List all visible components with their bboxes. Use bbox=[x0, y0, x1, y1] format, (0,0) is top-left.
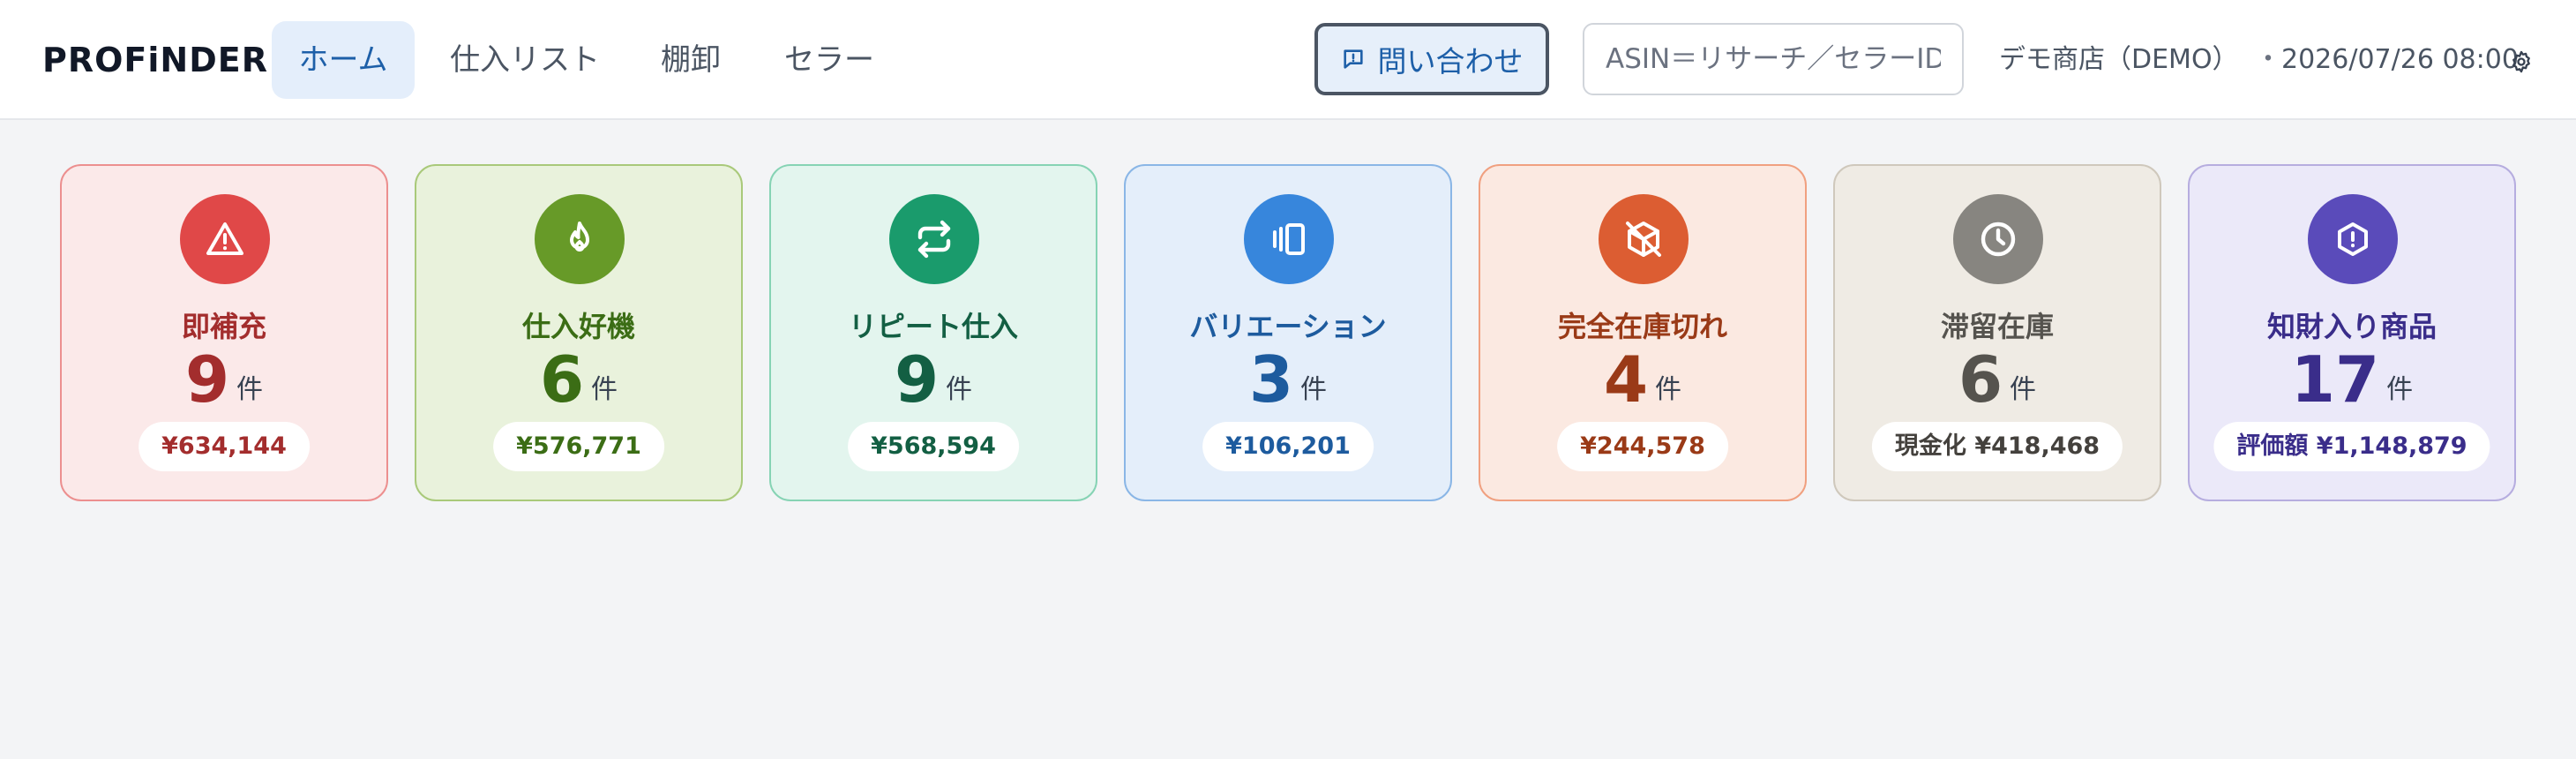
card-count-unit: 件 bbox=[946, 374, 973, 405]
alert-octagon-icon bbox=[2338, 222, 2368, 256]
card-amount-badge: ¥634,144 bbox=[139, 422, 310, 471]
card-immediate-replenish[interactable]: 即補充 9 件 ¥634,144 bbox=[60, 164, 388, 501]
current-datetime: 2026/07/26 08:00 bbox=[2281, 44, 2519, 75]
card-count: 4 件 bbox=[1480, 342, 1805, 417]
card-count-value: 3 bbox=[1248, 342, 1294, 417]
tab-purchase-list[interactable]: 仕入リスト bbox=[434, 21, 616, 99]
card-purchase-opportunity[interactable]: 仕入好機 6 件 ¥576,771 bbox=[415, 164, 743, 501]
card-icon-circle bbox=[535, 194, 625, 284]
tab-seller[interactable]: セラー bbox=[764, 21, 895, 99]
card-count-unit: 件 bbox=[1300, 374, 1328, 405]
gear-icon[interactable] bbox=[2509, 49, 2534, 74]
card-amount-badge: 評価額 ¥1,148,879 bbox=[2213, 422, 2490, 471]
card-icon-circle bbox=[180, 194, 270, 284]
card-count: 6 件 bbox=[1835, 342, 2160, 417]
card-count: 9 件 bbox=[771, 342, 1096, 417]
card-count-unit: 件 bbox=[2010, 374, 2037, 405]
tab-inventory[interactable]: 棚卸 bbox=[635, 21, 746, 99]
card-title: 知財入り商品 bbox=[2266, 310, 2437, 343]
package-off-icon bbox=[1626, 222, 1661, 257]
card-icon-circle bbox=[2308, 194, 2398, 284]
card-title: 完全在庫切れ bbox=[1557, 310, 1727, 343]
card-amount-badge: ¥576,771 bbox=[493, 422, 664, 471]
tab-home[interactable]: ホーム bbox=[272, 21, 415, 99]
card-icon-circle bbox=[1599, 194, 1689, 284]
shop-name: デモ商店（DEMO） bbox=[1999, 44, 2239, 75]
clock-icon bbox=[1981, 222, 2016, 257]
card-count: 17 件 bbox=[2190, 342, 2514, 417]
card-icon-circle bbox=[1244, 194, 1334, 284]
card-icon-circle bbox=[889, 194, 979, 284]
flame-icon bbox=[570, 222, 589, 252]
card-count-unit: 件 bbox=[591, 374, 618, 405]
card-stagnant-stock[interactable]: 滞留在庫 6 件 現金化 ¥418,468 bbox=[1833, 164, 2161, 501]
card-title: リピート仕入 bbox=[848, 310, 1018, 343]
card-title: バリエーション bbox=[1189, 310, 1387, 343]
card-count: 3 件 bbox=[1126, 342, 1450, 417]
header-separator: ・ bbox=[2255, 44, 2281, 75]
card-count-unit: 件 bbox=[1655, 374, 1682, 405]
contact-button[interactable]: 問い合わせ bbox=[1314, 23, 1549, 95]
card-title: 仕入好機 bbox=[521, 310, 635, 343]
app-logo[interactable]: PROFiNDER bbox=[42, 35, 268, 85]
card-icon-circle bbox=[1953, 194, 2043, 284]
card-amount-badge: ¥244,578 bbox=[1557, 422, 1728, 471]
card-count-value: 4 bbox=[1603, 342, 1649, 417]
warning-icon bbox=[206, 222, 243, 255]
card-variation[interactable]: バリエーション 3 件 ¥106,201 bbox=[1124, 164, 1452, 501]
card-count-value: 9 bbox=[894, 342, 940, 417]
card-repeat-purchase[interactable]: リピート仕入 9 件 ¥568,594 bbox=[769, 164, 1097, 501]
variations-icon bbox=[1273, 223, 1305, 255]
card-count: 9 件 bbox=[62, 342, 386, 417]
top-navbar: PROFiNDER ホーム 仕入リスト 棚卸 セラー 問い合わせ デモ商店（DE… bbox=[0, 0, 2576, 120]
card-amount-badge: 現金化 ¥418,468 bbox=[1871, 422, 2123, 471]
contact-button-label: 問い合わせ bbox=[1377, 44, 1524, 79]
card-amount-badge: ¥568,594 bbox=[848, 422, 1019, 471]
card-count-value: 17 bbox=[2290, 342, 2380, 417]
card-count-value: 9 bbox=[184, 342, 230, 417]
card-count: 6 件 bbox=[416, 342, 741, 417]
search-input[interactable] bbox=[1583, 23, 1964, 95]
card-amount-badge: ¥106,201 bbox=[1202, 422, 1374, 471]
card-title: 即補充 bbox=[181, 310, 266, 343]
card-count-value: 6 bbox=[1958, 342, 2003, 417]
card-ip-products[interactable]: 知財入り商品 17 件 評価額 ¥1,148,879 bbox=[2188, 164, 2516, 501]
card-complete-stockout[interactable]: 完全在庫切れ 4 件 ¥244,578 bbox=[1479, 164, 1807, 501]
chat-alert-icon bbox=[1343, 49, 1363, 69]
repeat-icon bbox=[917, 220, 951, 259]
card-title: 滞留在庫 bbox=[1940, 310, 2054, 343]
card-count-value: 6 bbox=[539, 342, 585, 417]
card-count-unit: 件 bbox=[236, 374, 264, 405]
card-count-unit: 件 bbox=[2386, 374, 2414, 405]
